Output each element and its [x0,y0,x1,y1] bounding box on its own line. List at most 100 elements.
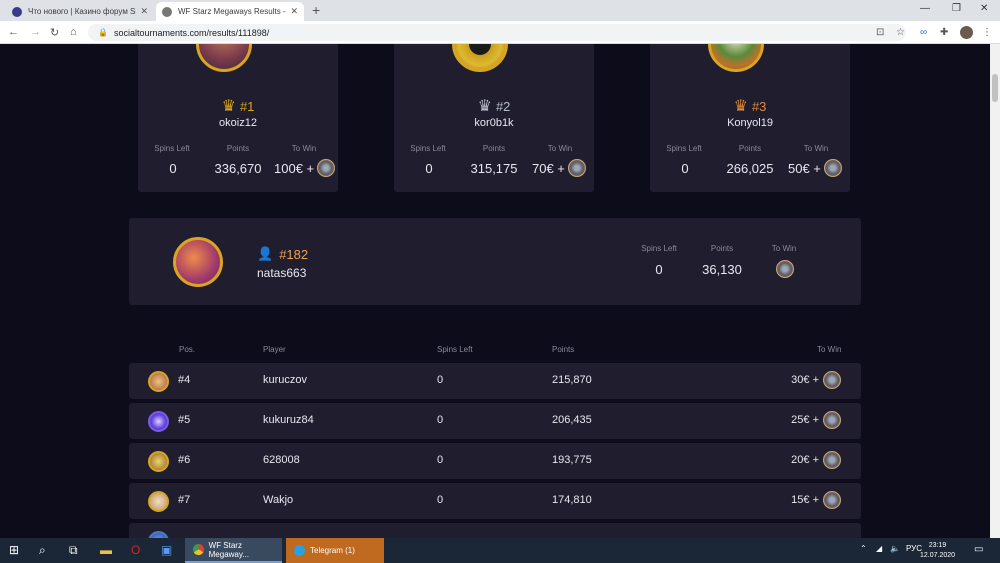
to-win-value: 50€ + [788,159,842,177]
new-tab-button[interactable]: + [312,2,320,18]
extension-icon[interactable]: ∞ [920,27,927,38]
pos-cell: #5 [178,414,191,426]
player-name: okoiz12 [219,117,257,129]
globe-favicon-icon [162,6,172,17]
save-disk-icon[interactable]: ▣ [161,543,172,557]
forward-icon[interactable]: → [30,26,41,38]
avatar [173,237,223,287]
crown-silver-icon: ♛ [477,98,492,115]
spins-cell: 0 [437,494,444,506]
avatar [452,44,508,72]
home-icon[interactable]: ⌂ [70,26,77,38]
crown-bronze-icon: ♛ [733,98,748,115]
prize-badge-icon [776,260,794,278]
pos-cell: #6 [178,454,191,466]
tab-title: Что нового | Казино форум Sm... [28,7,136,16]
player-cell: Wakjo [263,494,294,506]
results-page: ♛ #1 okoiz12 Spins Left Points To Win 0 … [0,44,990,538]
rank-label: #3 [751,98,767,114]
header-pos: Pos. [179,345,196,354]
translate-icon[interactable]: ⊡ [876,27,884,38]
spins-left-label: Spins Left [666,144,702,153]
spins-left-label: Spins Left [154,144,190,153]
menu-icon[interactable]: ⋮ [982,27,992,38]
windows-start-icon[interactable]: ⊞ [9,543,19,557]
to-win-label: To Win [771,244,797,253]
spins-left-value: 0 [655,262,663,277]
header-player: Player [263,345,286,354]
restore-icon[interactable]: ❐ [952,3,961,14]
tab-strip: Что нового | Казино форум Sm... ✕ WF Sta… [0,0,1000,21]
player-name: natas663 [257,266,307,280]
to-win-cell: 25€ + [791,411,841,429]
url-field[interactable]: 🔒 socialtournaments.com/results/111898/ [88,24,906,41]
player-name: Konyol19 [727,117,773,129]
to-win-value: 70€ + [532,159,586,177]
minimize-icon[interactable]: — [920,3,930,14]
opera-icon[interactable]: O [131,543,140,557]
pos-cell: #7 [178,494,191,506]
points-cell: 193,775 [552,454,592,466]
to-win-value: 100€ + [274,159,336,177]
tab-results[interactable]: WF Starz Megaways Results - So... ✕ [156,2,304,21]
taskbar-app-telegram[interactable]: Telegram (1) [286,538,384,563]
address-bar: ← → ↻ ⌂ 🔒 socialtournaments.com/results/… [0,21,1000,44]
points-cell: 206,435 [552,414,592,426]
task-view-icon[interactable]: ⧉ [69,543,78,558]
player-name: kor0b1k [474,117,514,129]
avatar[interactable] [960,26,973,39]
table-row: #4 kuruczov 0 215,870 30€ + [129,363,861,399]
reload-icon[interactable]: ↻ [50,26,59,39]
header-to-win: To Win [817,345,842,354]
file-explorer-icon[interactable]: ▬ [100,543,112,557]
tray-chevron-icon[interactable]: ⌃ [860,544,867,553]
close-tab-icon[interactable]: ✕ [290,6,298,17]
table-row: #7 Wakjo 0 174,810 15€ + [129,483,861,519]
taskbar-app-chrome[interactable]: WF Starz Megaway... [185,538,282,563]
player-cell: kuruczov [263,374,308,386]
prize-badge-icon [823,411,841,429]
spins-cell: 0 [437,414,444,426]
points-value: 36,130 [702,262,742,277]
prize-badge-icon [567,159,586,177]
prize-badge-icon [823,371,841,389]
back-icon[interactable]: ← [8,26,19,38]
clock[interactable]: 23:19 12.07.2020 [920,541,955,561]
table-row: #5 kukuruz84 0 206,435 25€ + [129,403,861,439]
player-cell: kukuruz84 [263,414,314,426]
my-position-card: 👤 #182 natas663 Spins Left Points To Win… [129,218,861,305]
points-cell: 215,870 [552,374,592,386]
tab-forum[interactable]: Что нового | Казино форум Sm... ✕ [6,2,154,21]
spins-left-value: 0 [425,161,433,176]
pos-cell: #4 [178,374,191,386]
spins-cell: 0 [437,374,444,386]
points-value: 336,670 [214,161,262,176]
page-scrollbar[interactable] [990,44,1000,538]
volume-icon[interactable]: 🔈 [890,544,900,553]
notification-icon[interactable]: ▭ [974,544,983,555]
to-win-label: To Win [547,144,573,153]
table-row: #6 628008 0 193,775 20€ + [129,443,861,479]
avatar [148,371,169,392]
telegram-icon [294,545,305,556]
avatar [148,531,169,538]
points-label: Points [738,144,762,153]
rank-label: #182 [279,246,309,262]
avatar [708,44,764,72]
avatar [148,451,169,472]
avatar [148,491,169,512]
close-window-icon[interactable]: ✕ [980,3,988,14]
lock-icon: 🔒 [98,28,108,37]
header-points: Points [552,345,575,354]
search-icon[interactable]: ⌕ [39,543,46,558]
bookmark-star-icon[interactable]: ☆ [896,27,905,38]
spins-left-value: 0 [169,161,177,176]
close-tab-icon[interactable]: ✕ [140,6,148,17]
podium-card-second: ♛ #2 kor0b1k Spins Left Points To Win 0 … [394,44,594,192]
puzzle-icon[interactable]: ✚ [940,27,948,38]
prize-badge-icon [823,159,842,177]
scrollbar-thumb[interactable] [992,74,998,102]
spins-left-label: Spins Left [641,244,677,253]
network-icon[interactable]: ◢ [876,544,882,553]
podium-card-first: ♛ #1 okoiz12 Spins Left Points To Win 0 … [138,44,338,192]
